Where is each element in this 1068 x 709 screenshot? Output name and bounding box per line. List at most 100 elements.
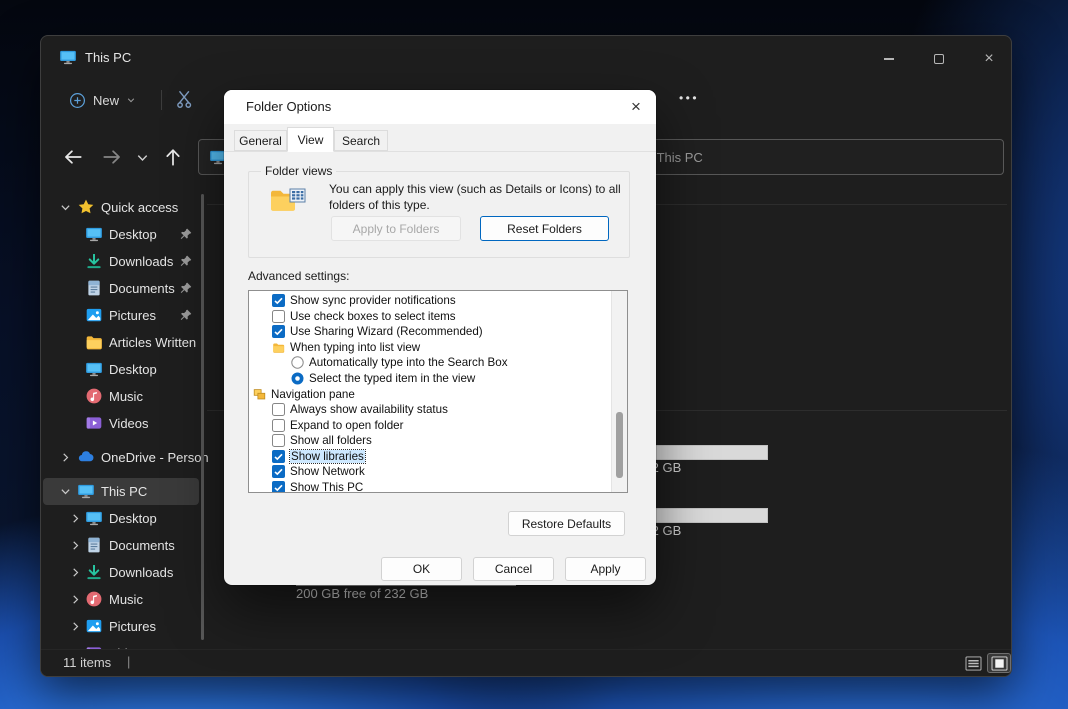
toolbar-divider: [161, 90, 162, 110]
minimize-button[interactable]: [867, 44, 911, 74]
advanced-item-when-typing-into-list-view[interactable]: When typing into list view: [249, 340, 627, 356]
advanced-item-label: Expand to open folder: [290, 419, 403, 432]
sidebar-item-music[interactable]: Music: [41, 586, 203, 613]
close-button[interactable]: ×: [967, 44, 1011, 74]
list-scrollbar-thumb[interactable]: [616, 412, 623, 478]
sidebar-item-onedrive-person[interactable]: OneDrive - Person: [41, 444, 203, 471]
advanced-item-expand-to-open-folder[interactable]: Expand to open folder: [249, 417, 627, 433]
advanced-item-show-sync-provider-notifications[interactable]: Show sync provider notifications: [249, 293, 627, 309]
back-button[interactable]: [62, 146, 84, 168]
advanced-item-always-show-availability-status[interactable]: Always show availability status: [249, 402, 627, 418]
sidebar-item-desktop[interactable]: Desktop: [41, 221, 203, 248]
apply-to-folders-button[interactable]: Apply to Folders: [331, 216, 461, 241]
sidebar-item-pictures[interactable]: Pictures: [41, 613, 203, 640]
minimize-icon: [884, 58, 894, 59]
cut-button[interactable]: [174, 88, 196, 110]
sidebar-scrollbar[interactable]: [201, 194, 204, 640]
desktop: This PC × New •••: [0, 0, 1068, 709]
tab-view[interactable]: View: [287, 127, 334, 152]
download-icon: [85, 252, 103, 270]
pin-icon: [179, 308, 193, 322]
monitor-icon: [77, 482, 95, 500]
large-icons-view-button[interactable]: [987, 653, 1011, 673]
sidebar-item-downloads[interactable]: Downloads: [41, 248, 203, 275]
check-on-icon: [272, 481, 285, 493]
tab-search[interactable]: Search: [334, 130, 388, 151]
reset-folders-button[interactable]: Reset Folders: [480, 216, 609, 241]
advanced-item-show-network[interactable]: Show Network: [249, 464, 627, 480]
dialog-titlebar: Folder Options ×: [224, 90, 656, 124]
sidebar-item-music[interactable]: Music: [41, 383, 203, 410]
chevron-right-icon: [59, 451, 72, 464]
sidebar-item-articles-written[interactable]: Articles Written: [41, 329, 203, 356]
list-scrollbar[interactable]: [611, 291, 627, 492]
advanced-item-label: When typing into list view: [290, 341, 420, 354]
maximize-button[interactable]: [917, 44, 961, 74]
folder-options-dialog: Folder Options × General View Search Fol…: [224, 90, 656, 585]
search-input[interactable]: Search This PC: [598, 139, 1004, 175]
see-more-button[interactable]: •••: [675, 86, 703, 110]
advanced-item-label: Show Network: [290, 465, 365, 478]
sidebar-item-label: Articles Written: [109, 335, 196, 350]
restore-defaults-button[interactable]: Restore Defaults: [508, 511, 625, 536]
sidebar-item-label: Videos: [109, 416, 149, 431]
advanced-item-show-this-pc[interactable]: Show This PC: [249, 480, 627, 493]
sidebar-item-quick-access[interactable]: Quick access: [41, 194, 203, 221]
sidebar-item-label: Music: [109, 592, 143, 607]
sidebar-item-label: Desktop: [109, 511, 157, 526]
sidebar-item-desktop[interactable]: Desktop: [41, 356, 203, 383]
sidebar-item-pictures[interactable]: Pictures: [41, 302, 203, 329]
dialog-close-button[interactable]: ×: [622, 94, 650, 120]
large-icons-view-icon: [991, 656, 1008, 671]
check-on-icon: [272, 325, 285, 338]
sidebar-item-label: Quick access: [101, 200, 178, 215]
details-view-button[interactable]: [961, 653, 985, 673]
recent-locations-button[interactable]: [135, 150, 150, 165]
advanced-item-label: Select the typed item in the view: [309, 372, 475, 385]
folder-views-description: You can apply this view (such as Details…: [329, 181, 621, 213]
up-button[interactable]: [162, 146, 184, 168]
advanced-item-navigation-pane[interactable]: Navigation pane: [249, 386, 627, 402]
radio-off-icon: [291, 356, 304, 369]
ok-button[interactable]: OK: [381, 557, 462, 581]
cancel-button[interactable]: Cancel: [473, 557, 554, 581]
close-icon: ×: [984, 50, 993, 68]
window-title: This PC: [85, 50, 131, 65]
dialog-title: Folder Options: [246, 99, 331, 114]
desktop-icon: [85, 360, 103, 378]
advanced-item-automatically-type-into-the-search-box[interactable]: Automatically type into the Search Box: [249, 355, 627, 371]
check-on-icon: [272, 450, 285, 463]
advanced-item-show-libraries[interactable]: Show libraries: [249, 448, 627, 464]
advanced-item-label: Navigation pane: [271, 388, 355, 401]
sidebar-item-desktop[interactable]: Desktop: [41, 505, 203, 532]
sidebar-item-label: Downloads: [109, 254, 173, 269]
folder-views-icon: [269, 186, 307, 218]
check-off-icon: [272, 434, 285, 447]
chevron-right-icon: [69, 593, 82, 606]
folder-views-legend: Folder views: [261, 164, 336, 178]
download-icon: [85, 563, 103, 581]
apply-button[interactable]: Apply: [565, 557, 646, 581]
folder-icon: [85, 333, 103, 351]
check-off-icon: [272, 310, 285, 323]
forward-button[interactable]: [101, 146, 123, 168]
status-divider: |: [127, 654, 130, 669]
advanced-item-label: Show all folders: [290, 434, 372, 447]
document-icon: [85, 279, 103, 297]
advanced-item-select-the-typed-item-in-the-view[interactable]: Select the typed item in the view: [249, 371, 627, 387]
new-button[interactable]: New: [61, 84, 144, 116]
advanced-item-label: Automatically type into the Search Box: [309, 356, 508, 369]
tab-general[interactable]: General: [234, 130, 287, 151]
sidebar-item-documents[interactable]: Documents: [41, 532, 203, 559]
desktop-icon: [85, 509, 103, 527]
sidebar-item-downloads[interactable]: Downloads: [41, 559, 203, 586]
advanced-item-show-all-folders[interactable]: Show all folders: [249, 433, 627, 449]
advanced-item-use-sharing-wizard-recommended[interactable]: Use Sharing Wizard (Recommended): [249, 324, 627, 340]
sidebar-item-videos[interactable]: Videos: [41, 410, 203, 437]
sidebar-item-documents[interactable]: Documents: [41, 275, 203, 302]
sidebar-item-this-pc[interactable]: This PC: [43, 478, 199, 505]
drive-free-space: 200 GB free of 232 GB: [296, 586, 428, 601]
advanced-item-use-check-boxes-to-select-items[interactable]: Use check boxes to select items: [249, 309, 627, 325]
pin-icon: [179, 227, 193, 241]
details-view-icon: [965, 656, 982, 671]
